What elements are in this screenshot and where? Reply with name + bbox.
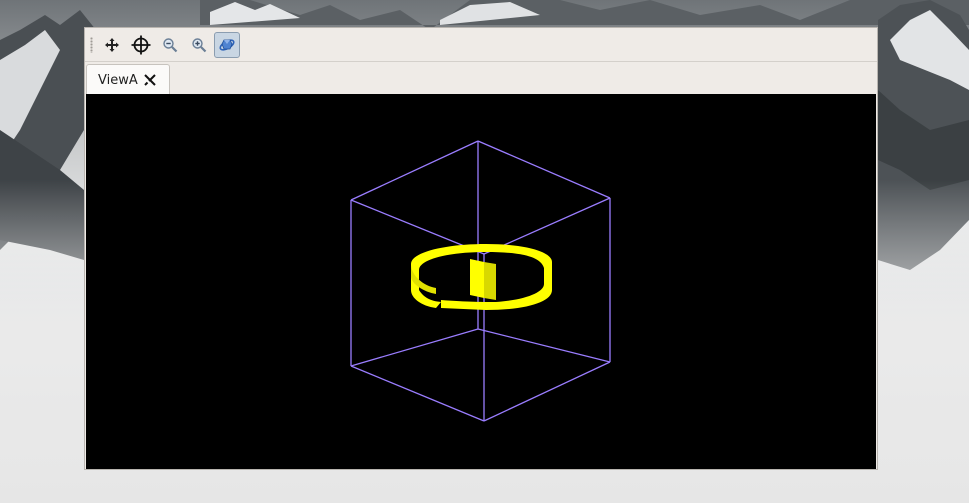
rotate-view-button[interactable] (214, 32, 240, 58)
move-button[interactable] (99, 32, 125, 58)
crosshair-button[interactable] (128, 32, 154, 58)
zoom-out-icon (163, 38, 178, 53)
rotate-view-icon (219, 39, 235, 51)
helix-band-object (411, 244, 552, 310)
crosshair-icon (131, 35, 151, 55)
toolbar-grip-handle[interactable] (90, 37, 93, 53)
tab-viewa[interactable]: ViewA (86, 64, 170, 95)
close-tab-icon[interactable] (142, 72, 158, 88)
tab-label: ViewA (98, 73, 138, 88)
toolbar (85, 28, 877, 62)
viewer-window: ViewA (84, 27, 878, 470)
zoom-in-icon (192, 38, 207, 53)
zoom-in-button[interactable] (186, 32, 212, 58)
3d-viewport[interactable] (86, 94, 876, 469)
move-icon (105, 38, 119, 52)
tab-bar: ViewA (85, 62, 877, 95)
scene-canvas[interactable] (86, 94, 876, 469)
zoom-out-button[interactable] (157, 32, 183, 58)
